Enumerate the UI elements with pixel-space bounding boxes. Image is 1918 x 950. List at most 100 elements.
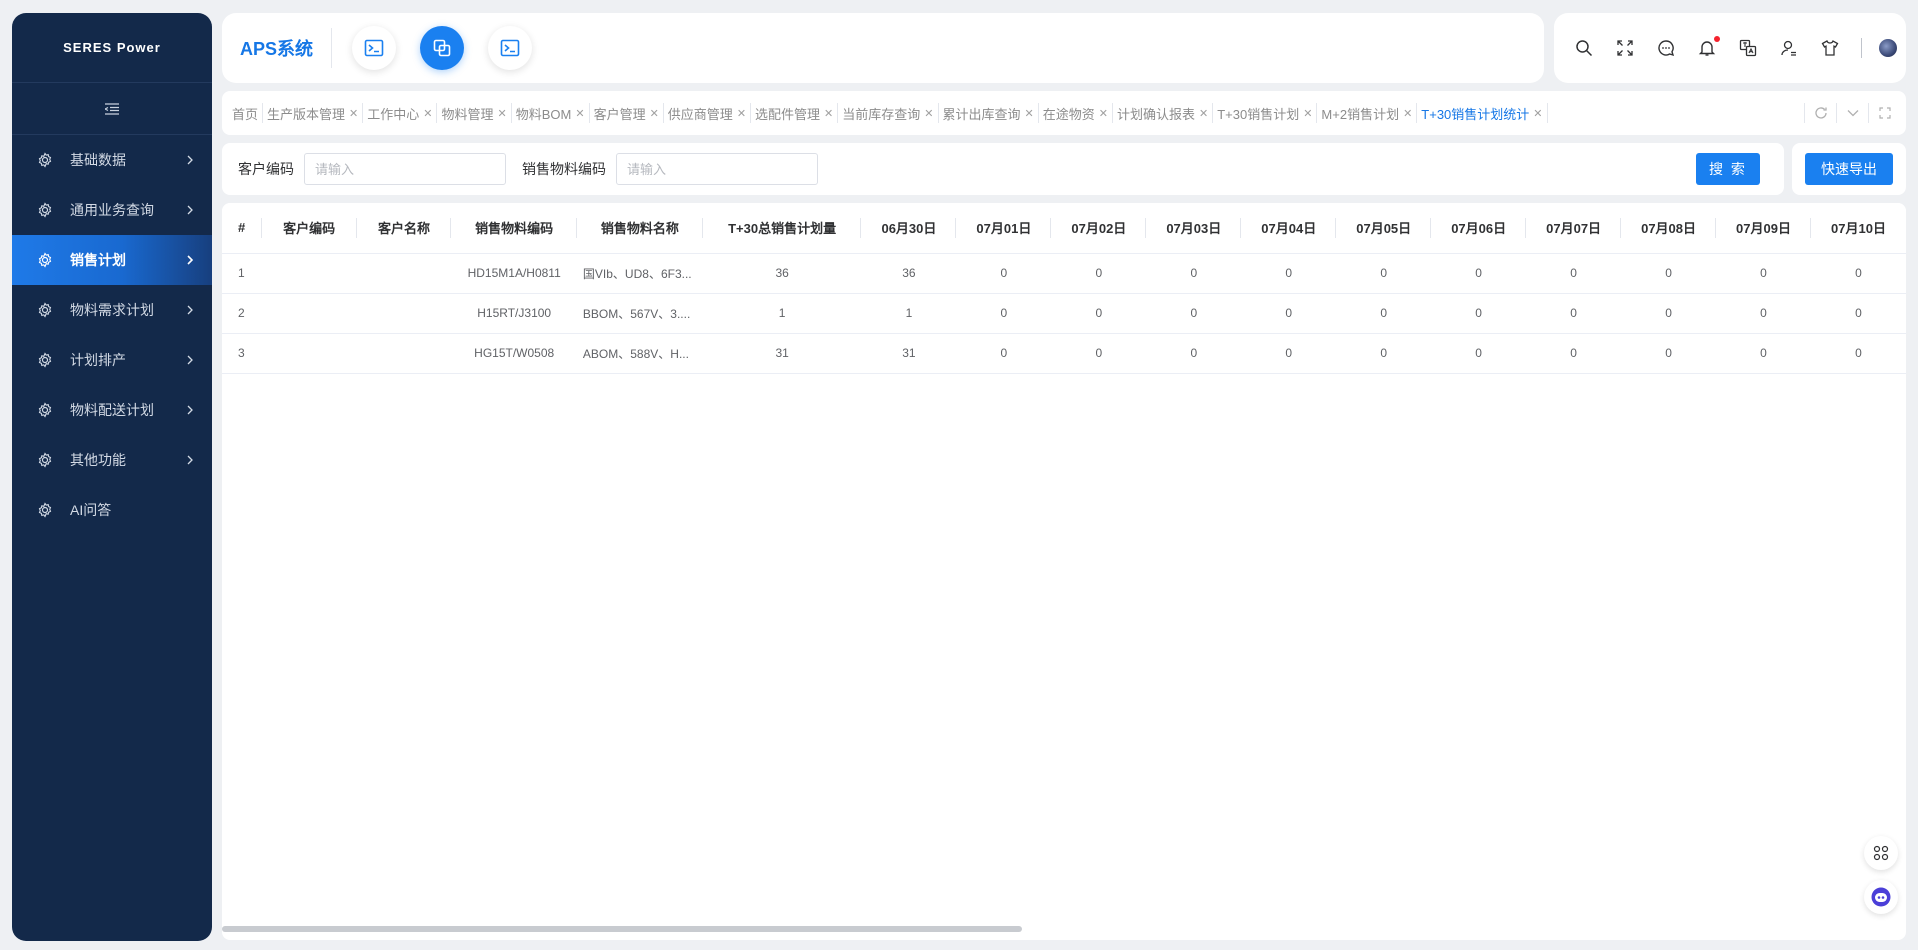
chevron-right-icon xyxy=(184,354,196,366)
table-cell xyxy=(356,333,452,374)
close-icon[interactable]: ✕ xyxy=(498,107,507,120)
table-cell: 0 xyxy=(1431,253,1527,294)
sidebar-item-ai-qa[interactable]: AI问答 xyxy=(12,485,212,535)
close-icon[interactable]: ✕ xyxy=(1533,107,1542,120)
close-icon[interactable]: ✕ xyxy=(575,107,584,120)
col-header-date[interactable]: 07月08日 xyxy=(1621,203,1717,254)
apps-grid-icon xyxy=(1873,845,1889,861)
col-header-date[interactable]: 07月01日 xyxy=(956,203,1052,254)
tab-material-bom[interactable]: 物料BOM ✕ xyxy=(512,103,590,123)
close-icon[interactable]: ✕ xyxy=(1099,107,1108,120)
close-icon[interactable]: ✕ xyxy=(1303,107,1312,120)
col-header-date[interactable]: 06月30日 xyxy=(861,203,957,254)
table-cell xyxy=(261,293,357,334)
close-icon[interactable]: ✕ xyxy=(1025,107,1034,120)
tab-in-transit[interactable]: 在途物资 ✕ xyxy=(1039,103,1113,123)
table-cell xyxy=(356,293,452,334)
table-row[interactable]: 2 H15RT/J3100 BBOM、567V、3.... 1 1 0 0 0 … xyxy=(222,293,1906,334)
table-cell: 0 xyxy=(1336,253,1432,294)
material-code-input[interactable] xyxy=(616,153,818,185)
col-header-total-plan[interactable]: T+30总销售计划量 xyxy=(702,203,862,254)
close-icon[interactable]: ✕ xyxy=(1199,107,1208,120)
message-icon[interactable] xyxy=(1656,38,1676,58)
toolbar-divider xyxy=(1861,38,1862,58)
tab-supplier-management[interactable]: 供应商管理 ✕ xyxy=(664,103,752,123)
sidebar-item-production-scheduling[interactable]: 计划排产 xyxy=(12,335,212,385)
col-header-date[interactable]: 07月05日 xyxy=(1336,203,1432,254)
col-header-date[interactable]: 07月03日 xyxy=(1146,203,1242,254)
col-header-index[interactable]: # xyxy=(222,203,262,254)
tab-label: 选配件管理 xyxy=(755,106,821,122)
customer-code-input[interactable] xyxy=(304,153,506,185)
tab-plan-confirmation[interactable]: 计划确认报表 ✕ xyxy=(1113,103,1214,123)
tab-label: 供应商管理 xyxy=(667,106,733,122)
col-header-date[interactable]: 07月02日 xyxy=(1051,203,1147,254)
col-header-material-name[interactable]: 销售物料名称 xyxy=(576,203,703,254)
col-header-material-code[interactable]: 销售物料编码 xyxy=(451,203,577,254)
tab-label: 物料BOM xyxy=(515,106,572,122)
sidebar-item-business-query[interactable]: 通用业务查询 xyxy=(12,185,212,235)
close-icon[interactable]: ✕ xyxy=(1403,107,1412,120)
avatar[interactable] xyxy=(1879,39,1897,57)
col-header-date[interactable]: 07月06日 xyxy=(1431,203,1527,254)
sidebar-item-basic-data[interactable]: 基础数据 xyxy=(12,135,212,185)
search-button[interactable]: 搜 索 xyxy=(1696,153,1760,185)
col-header-date[interactable]: 07月07日 xyxy=(1526,203,1622,254)
quick-terminal-button-2[interactable] xyxy=(488,26,533,70)
customer-code-label: 客户编码 xyxy=(238,161,294,177)
close-icon[interactable]: ✕ xyxy=(650,107,659,120)
tab-cumulative-outbound[interactable]: 累计出库查询 ✕ xyxy=(939,103,1039,123)
chevron-down-icon[interactable] xyxy=(1836,103,1868,123)
apps-grid-button[interactable] xyxy=(1864,836,1898,870)
table-row[interactable]: 1 HD15M1A/H0811 国VIb、UD8、6F3... 36 36 0 … xyxy=(222,253,1906,294)
tab-work-center[interactable]: 工作中心 ✕ xyxy=(363,103,438,123)
tab-option-parts[interactable]: 选配件管理 ✕ xyxy=(751,103,839,123)
theme-shirt-icon[interactable] xyxy=(1820,38,1840,58)
maximize-icon[interactable] xyxy=(1868,103,1900,123)
col-header-customer-name[interactable]: 客户名称 xyxy=(356,203,452,254)
close-icon[interactable]: ✕ xyxy=(737,107,746,120)
search-icon[interactable] xyxy=(1574,38,1594,58)
col-header-date[interactable]: 07月09日 xyxy=(1716,203,1811,254)
tab-production-version[interactable]: 生产版本管理 ✕ xyxy=(263,103,364,123)
tab-current-inventory[interactable]: 当前库存查询 ✕ xyxy=(838,103,939,123)
user-settings-icon[interactable] xyxy=(1779,38,1799,58)
col-header-date[interactable]: 07月04日 xyxy=(1241,203,1337,254)
close-icon[interactable]: ✕ xyxy=(423,107,432,120)
sidebar-item-sales-plan[interactable]: 销售计划 xyxy=(12,235,212,285)
fullscreen-icon[interactable] xyxy=(1615,38,1635,58)
chevron-right-icon xyxy=(184,204,196,216)
quick-copy-button[interactable] xyxy=(420,26,465,70)
table-cell: 0 xyxy=(1241,253,1337,294)
bell-icon[interactable] xyxy=(1697,36,1720,58)
sidebar-item-other-functions[interactable]: 其他功能 xyxy=(12,435,212,485)
close-icon[interactable]: ✕ xyxy=(924,107,933,120)
sidebar-item-material-requirement[interactable]: 物料需求计划 xyxy=(12,285,212,335)
close-icon[interactable]: ✕ xyxy=(824,107,833,120)
tab-t30-sales-statistics[interactable]: T+30销售计划统计 ✕ xyxy=(1417,103,1548,123)
table-cell: 0 xyxy=(1146,333,1242,374)
close-icon[interactable]: ✕ xyxy=(349,107,358,120)
tab-material-management[interactable]: 物料管理 ✕ xyxy=(437,103,512,123)
sidebar-item-material-delivery[interactable]: 物料配送计划 xyxy=(12,385,212,435)
sidebar-collapse-button[interactable] xyxy=(12,83,212,135)
table-cell: 0 xyxy=(1241,333,1337,374)
translate-icon[interactable] xyxy=(1738,38,1758,58)
horizontal-scrollbar[interactable] xyxy=(222,926,1022,932)
tab-home[interactable]: 首页 xyxy=(228,103,264,123)
tab-m2-sales-plan[interactable]: M+2销售计划 ✕ xyxy=(1317,103,1418,123)
tab-t30-sales-plan[interactable]: T+30销售计划 ✕ xyxy=(1213,103,1318,123)
table-cell: 1 xyxy=(702,293,862,334)
quick-terminal-button-1[interactable] xyxy=(352,26,397,70)
col-header-date[interactable]: 07月10日 xyxy=(1810,203,1906,254)
ai-assistant-button[interactable] xyxy=(1864,880,1898,914)
table-body: 1 HD15M1A/H0811 国VIb、UD8、6F3... 36 36 0 … xyxy=(222,253,1906,374)
quick-export-button[interactable]: 快速导出 xyxy=(1805,153,1893,185)
refresh-icon[interactable] xyxy=(1804,103,1836,123)
tab-customer-management[interactable]: 客户管理 ✕ xyxy=(590,103,664,123)
app-title: APS系统 xyxy=(240,39,314,59)
table-row[interactable]: 3 HG15T/W0508 ABOM、588V、H... 31 31 0 0 0… xyxy=(222,333,1906,374)
chevron-right-icon xyxy=(184,304,196,316)
col-header-customer-code[interactable]: 客户编码 xyxy=(261,203,357,254)
tab-label: T+30销售计划统计 xyxy=(1421,106,1530,122)
